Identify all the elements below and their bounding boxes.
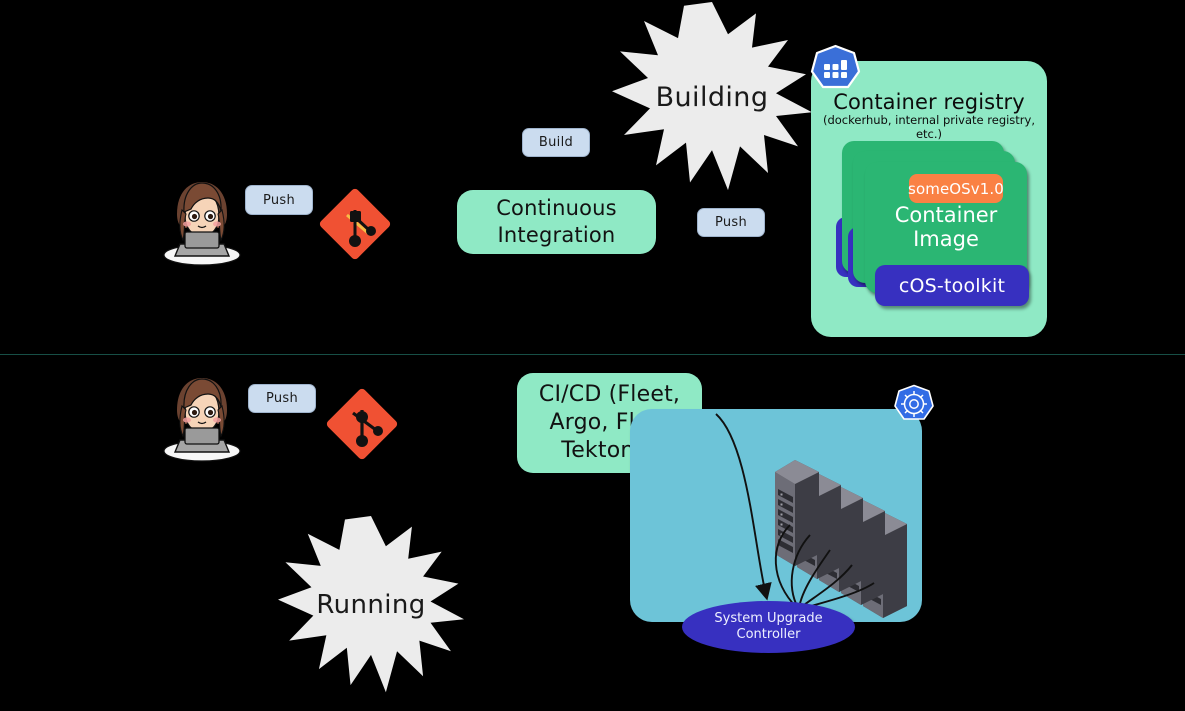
build-label: Build <box>522 128 590 157</box>
developer-avatar-icon-running <box>163 372 241 466</box>
ci-line-2: Integration <box>497 223 616 247</box>
controller-line-2: Controller <box>736 627 801 642</box>
controller-line-1: System Upgrade <box>714 610 823 626</box>
section-divider <box>0 354 1185 355</box>
push-label-build: Push <box>245 185 313 215</box>
os-version-tag: someOSv1.0 <box>908 174 1004 203</box>
cos-toolkit-badge: cOS-toolkit <box>875 265 1029 306</box>
developer-avatar-icon-build <box>163 176 241 270</box>
diagram-canvas: Push Build Continuous Integration Buildi… <box>0 0 1185 711</box>
container-registry-box: Container registry (dockerhub, internal … <box>810 44 1047 337</box>
building-burst: Building <box>612 2 812 191</box>
git-logo-icon-build <box>316 185 394 267</box>
container-image-line-1: Container <box>894 203 998 227</box>
continuous-integration-box: Continuous Integration <box>457 190 656 254</box>
push-label-running: Push <box>248 384 316 413</box>
server-racks-icon <box>775 458 930 623</box>
cicd-line-1: CI/CD (Fleet, <box>538 381 681 407</box>
git-logo-icon-running <box>323 385 401 467</box>
push-label-registry: Push <box>697 208 765 237</box>
container-image-line-2: Image <box>913 226 979 251</box>
registry-subtitle: (dockerhub, internal private registry, e… <box>822 113 1035 142</box>
running-burst: Running <box>278 516 464 693</box>
ci-line-1: Continuous <box>496 196 617 221</box>
building-burst-label: Building <box>655 81 769 113</box>
kubernetes-icon <box>894 384 934 420</box>
registry-title: Container registry <box>833 90 1025 114</box>
container-image-label: Container Image <box>865 203 1027 252</box>
system-upgrade-controller-node: System Upgrade Controller <box>682 601 855 653</box>
running-burst-label: Running <box>316 590 426 620</box>
